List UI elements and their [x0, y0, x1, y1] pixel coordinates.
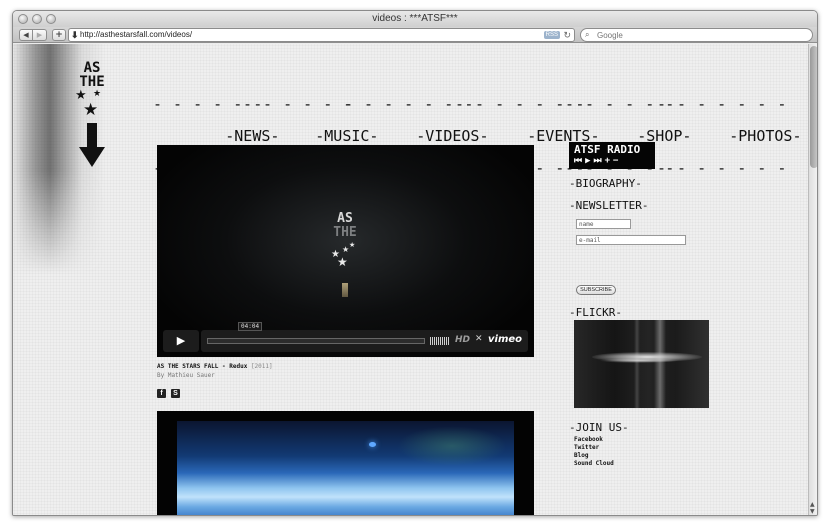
subscribe-button[interactable]: SUBSCRIBE — [576, 285, 616, 295]
nav-dash-bottom: - - - - - - - — [657, 159, 788, 177]
back-arrow-icon[interactable]: ◀ — [19, 29, 33, 41]
web-page: AS THE ★ ★ ★ - - - - - - -NEWS- - - - - … — [13, 44, 808, 515]
overlay-line-2: THE — [333, 225, 357, 240]
blog-link[interactable]: Blog — [574, 452, 614, 460]
video-year: [2011] — [250, 363, 273, 370]
url-text[interactable]: http://asthestarsfall.com/videos/ — [80, 29, 192, 41]
window-controls — [18, 14, 56, 24]
address-bar[interactable]: ⬇ http://asthestarsfall.com/videos/ RSS … — [68, 28, 575, 42]
zoom-window-button[interactable] — [46, 14, 56, 24]
browser-window: videos : ***ATSF*** ◀ ▶ + ⬇ http://asthe… — [12, 10, 818, 516]
minimize-window-button[interactable] — [32, 14, 42, 24]
duration-badge: 04:04 — [238, 322, 263, 331]
logo-line-2: THE — [79, 74, 105, 90]
wave-highlight — [599, 358, 679, 363]
progress-bar[interactable] — [207, 338, 425, 344]
nav-photos[interactable]: - - - - - - - -PHOTOS- - - - - - - - — [657, 64, 802, 208]
light-streak — [654, 320, 666, 408]
close-window-button[interactable] — [18, 14, 28, 24]
facebook-icon[interactable]: f — [157, 389, 166, 398]
plus-icon[interactable]: + — [52, 29, 66, 41]
radio-title: ATSF RADIO — [574, 143, 641, 156]
join-heading: -JOIN US- — [569, 421, 629, 434]
facebook-link[interactable]: Facebook — [574, 436, 614, 444]
light-streak — [634, 320, 640, 408]
control-bar: 04:04 HD ✕ vimeo — [201, 322, 528, 352]
star-icon: ★ — [349, 241, 356, 249]
download-arrow-icon: ⬇ — [71, 30, 79, 40]
rss-badge[interactable]: RSS — [543, 31, 560, 39]
main-nav: - - - - - - -NEWS- - - - - - - - - - - -… — [153, 64, 802, 176]
flickr-heading: -FLICKR- — [569, 306, 622, 319]
star-icon: ★ — [337, 255, 348, 269]
player-controls: ▶ 04:04 HD ✕ vimeo — [163, 322, 528, 352]
video-title[interactable]: AS THE STARS FALL - Redux — [157, 363, 247, 370]
window-title: videos : ***ATSF*** — [372, 13, 458, 24]
join-links: Facebook Twitter Blog Sound Cloud — [574, 436, 614, 468]
search-box[interactable]: ⌕ — [580, 28, 813, 42]
forward-arrow-icon[interactable]: ▶ — [33, 29, 47, 41]
share-icons: f S — [157, 389, 180, 398]
radio-player[interactable]: ATSF RADIO ⏮▶⏭+− — [569, 142, 655, 169]
video-player[interactable]: AS THE ★ ★ ★ ★ ▶ 04:04 HD ✕ vimeo — [157, 145, 534, 357]
overlay-stars: ★ ★ ★ ★ — [331, 241, 365, 269]
flickr-photo[interactable] — [574, 320, 709, 408]
hd-toggle[interactable]: HD — [455, 335, 470, 345]
name-field[interactable] — [576, 219, 631, 229]
soundcloud-link[interactable]: Sound Cloud — [574, 460, 614, 468]
site-logo[interactable]: AS THE ★ ★ ★ — [75, 61, 109, 167]
video-byline: By Mathieu Sauer — [157, 372, 215, 379]
logo-stars: ★ ★ ★ — [75, 89, 109, 121]
volume-icon[interactable] — [430, 337, 450, 345]
search-icon: ⌕ — [585, 30, 590, 39]
video-thumbnail — [177, 421, 514, 515]
play-button[interactable]: ▶ — [163, 330, 199, 352]
nav-label: -PHOTOS- — [729, 127, 802, 145]
fullscreen-icon[interactable]: ✕ — [475, 334, 483, 344]
scroll-arrows[interactable]: ▲ ▼ — [810, 501, 815, 515]
reload-icon[interactable]: ↻ — [563, 29, 571, 41]
vimeo-logo[interactable]: vimeo — [488, 334, 522, 345]
nav-dash-top: - - - - - - - — [657, 95, 788, 113]
biography-link[interactable]: -BIOGRAPHY- — [569, 178, 642, 190]
email-field[interactable] — [576, 235, 686, 245]
twitter-link[interactable]: Twitter — [574, 444, 614, 452]
radio-controls[interactable]: ⏮▶⏭+− — [574, 156, 621, 166]
logo-line-1: AS — [83, 60, 101, 76]
share-icon[interactable]: S — [171, 389, 180, 398]
star-icon: ★ — [93, 89, 102, 99]
aurora-glow — [397, 426, 507, 466]
history-buttons: ◀ ▶ — [19, 29, 47, 41]
video-player-2[interactable] — [157, 411, 534, 515]
overlay-arrow — [342, 283, 348, 297]
vertical-scrollbar[interactable]: ▲ ▼ — [808, 44, 817, 515]
light-spot — [369, 442, 376, 447]
overlay-line-1: AS — [337, 211, 353, 226]
scroll-thumb[interactable] — [810, 46, 817, 168]
video-overlay-logo: AS THE — [328, 212, 362, 240]
browser-toolbar: ◀ ▶ + ⬇ http://asthestarsfall.com/videos… — [13, 27, 817, 43]
down-arrow-icon — [79, 123, 105, 167]
video-caption: AS THE STARS FALL - Redux [2011] By Math… — [157, 362, 273, 380]
search-input[interactable] — [597, 30, 797, 40]
star-icon: ★ — [83, 100, 99, 120]
newsletter-heading: -NEWSLETTER- — [569, 199, 649, 212]
title-bar: videos : ***ATSF*** — [13, 11, 817, 27]
